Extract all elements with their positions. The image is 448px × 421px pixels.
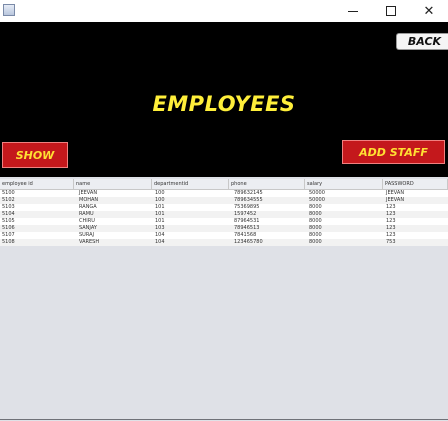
- table-row[interactable]: 5108 VARESH 104 123465780 8000 753: [0, 239, 448, 246]
- cell-salary[interactable]: 8000: [305, 211, 383, 218]
- close-button[interactable]: ✕: [410, 0, 448, 22]
- cell-employee-id[interactable]: 5104: [0, 211, 74, 218]
- cell-phone[interactable]: 75369895: [229, 204, 305, 211]
- cell-phone[interactable]: 789634555: [229, 197, 305, 204]
- column-header-employee-id[interactable]: employee id: [0, 179, 74, 189]
- minimize-icon: [348, 10, 358, 12]
- cell-salary[interactable]: 8000: [305, 218, 383, 225]
- show-button[interactable]: SHOW: [2, 142, 68, 168]
- cell-password[interactable]: 123: [383, 218, 448, 225]
- employees-table[interactable]: employee id name departmentid phone sala…: [0, 179, 448, 246]
- cell-phone[interactable]: 7841568: [229, 232, 305, 239]
- cell-phone[interactable]: 123465780: [229, 239, 305, 246]
- maximize-icon: [386, 6, 396, 16]
- cell-name[interactable]: CHIRU: [74, 218, 152, 225]
- table-row[interactable]: 5106 SANJAY 103 78946513 8000 123: [0, 225, 448, 232]
- cell-name[interactable]: MOHAN: [74, 197, 152, 204]
- table-body: 5100 JEEVAN 100 789632145 50000 JEEVAN 5…: [0, 190, 448, 246]
- close-icon: ✕: [423, 3, 435, 19]
- cell-departmentid[interactable]: 100: [152, 190, 229, 197]
- cell-phone[interactable]: 1597452: [229, 211, 305, 218]
- cell-phone[interactable]: 789632145: [229, 190, 305, 197]
- cell-employee-id[interactable]: 5103: [0, 204, 74, 211]
- table-row[interactable]: 5100 JEEVAN 100 789632145 50000 JEEVAN: [0, 190, 448, 197]
- cell-departmentid[interactable]: 101: [152, 204, 229, 211]
- cell-departmentid[interactable]: 103: [152, 225, 229, 232]
- cell-salary[interactable]: 8000: [305, 225, 383, 232]
- table-row[interactable]: 5103 RANGA 101 75369895 8000 123: [0, 204, 448, 211]
- column-header-departmentid[interactable]: departmentid: [152, 179, 229, 189]
- table-row[interactable]: 5107 SURAJ 104 7841568 8000 123: [0, 232, 448, 239]
- column-header-phone[interactable]: phone: [229, 179, 305, 189]
- table-row[interactable]: 5104 RAMU 101 1597452 8000 123: [0, 211, 448, 218]
- cell-name[interactable]: RAMU: [74, 211, 152, 218]
- cell-salary[interactable]: 50000: [305, 190, 383, 197]
- cell-name[interactable]: RANGA: [74, 204, 152, 211]
- cell-password[interactable]: 123: [383, 232, 448, 239]
- cell-password[interactable]: 123: [383, 211, 448, 218]
- bottom-border: [0, 419, 448, 420]
- cell-employee-id[interactable]: 5108: [0, 239, 74, 246]
- cell-employee-id[interactable]: 5102: [0, 197, 74, 204]
- cell-name[interactable]: JEEVAN: [74, 190, 152, 197]
- cell-password[interactable]: 753: [383, 239, 448, 246]
- table-header: employee id name departmentid phone sala…: [0, 179, 448, 190]
- maximize-button[interactable]: [372, 0, 410, 22]
- minimize-button[interactable]: [334, 0, 372, 22]
- header-panel: BACK EMPLOYEES SHOW ADD STAFF: [0, 22, 448, 177]
- app-icon: [3, 4, 15, 16]
- column-header-password[interactable]: PASSWORD: [383, 179, 448, 189]
- cell-password[interactable]: 123: [383, 204, 448, 211]
- add-staff-button[interactable]: ADD STAFF: [342, 140, 445, 164]
- cell-employee-id[interactable]: 5107: [0, 232, 74, 239]
- cell-employee-id[interactable]: 5106: [0, 225, 74, 232]
- cell-departmentid[interactable]: 101: [152, 218, 229, 225]
- cell-departmentid[interactable]: 104: [152, 232, 229, 239]
- column-header-salary[interactable]: salary: [305, 179, 383, 189]
- cell-password[interactable]: 123: [383, 225, 448, 232]
- cell-name[interactable]: SANJAY: [74, 225, 152, 232]
- window-title-bar: ✕: [0, 0, 448, 22]
- table-row[interactable]: 5105 CHIRU 101 87964531 8000 123: [0, 218, 448, 225]
- cell-employee-id[interactable]: 5100: [0, 190, 74, 197]
- cell-name[interactable]: SURAJ: [74, 232, 152, 239]
- cell-password[interactable]: JEEVAN: [383, 197, 448, 204]
- back-button[interactable]: BACK: [396, 33, 448, 50]
- cell-departmentid[interactable]: 104: [152, 239, 229, 246]
- cell-phone[interactable]: 78946513: [229, 225, 305, 232]
- cell-name[interactable]: VARESH: [74, 239, 152, 246]
- cell-phone[interactable]: 87964531: [229, 218, 305, 225]
- cell-departmentid[interactable]: 101: [152, 211, 229, 218]
- cell-password[interactable]: JEEVAN: [383, 190, 448, 197]
- table-row[interactable]: 5102 MOHAN 100 789634555 50000 JEEVAN: [0, 197, 448, 204]
- cell-departmentid[interactable]: 100: [152, 197, 229, 204]
- cell-salary[interactable]: 8000: [305, 232, 383, 239]
- cell-salary[interactable]: 8000: [305, 239, 383, 246]
- cell-salary[interactable]: 8000: [305, 204, 383, 211]
- page-title: EMPLOYEES: [152, 92, 296, 116]
- column-header-name[interactable]: name: [74, 179, 152, 189]
- cell-employee-id[interactable]: 5105: [0, 218, 74, 225]
- cell-salary[interactable]: 50000: [305, 197, 383, 204]
